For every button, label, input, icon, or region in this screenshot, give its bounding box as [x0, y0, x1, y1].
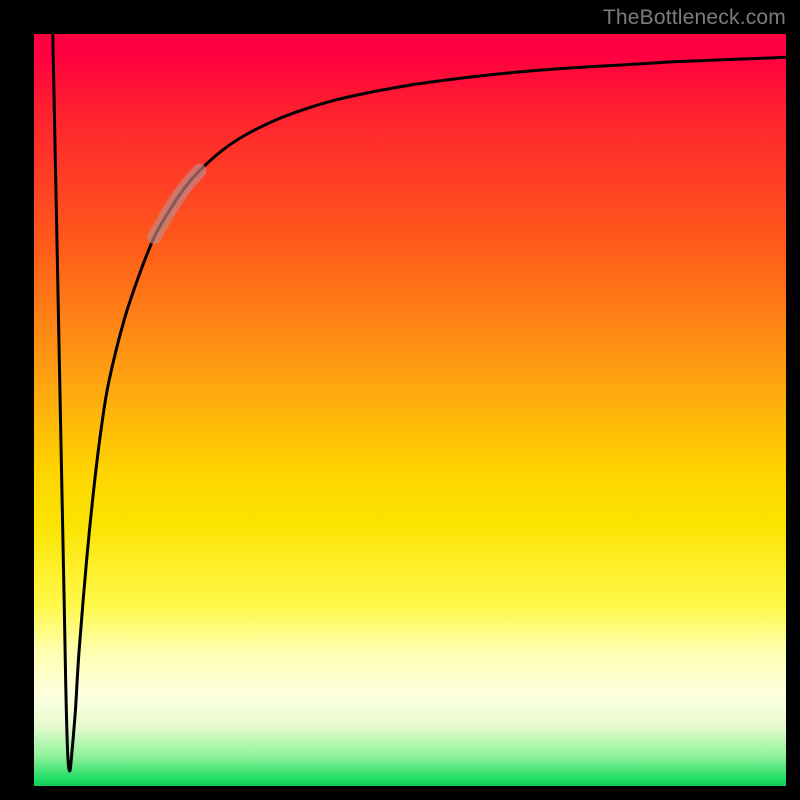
watermark-text: TheBottleneck.com [603, 6, 786, 30]
curve-highlight-segment [154, 171, 199, 237]
bottleneck-curve-path [53, 34, 786, 771]
curve-layer [34, 34, 786, 786]
chart-frame: TheBottleneck.com [0, 0, 800, 800]
plot-area [34, 34, 786, 786]
